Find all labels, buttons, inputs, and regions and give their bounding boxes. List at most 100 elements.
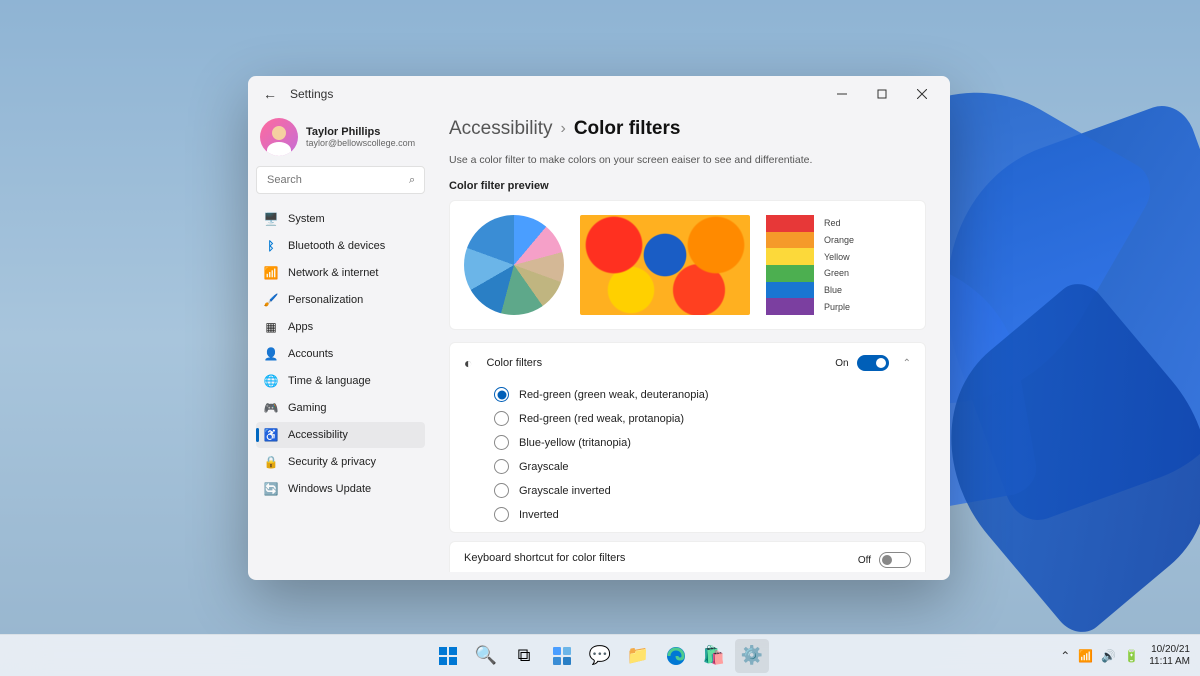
shortcut-toggle[interactable]: [879, 552, 911, 568]
nav-list: 🖥️ System ᛒ Bluetooth & devices 📶 Network &…: [256, 206, 425, 502]
sidebar-item-accessibility[interactable]: ♿ Accessibility: [256, 422, 425, 448]
apps-icon: ▦: [264, 320, 278, 334]
swatch-orange: [766, 232, 814, 249]
clock-date: 10/20/21: [1151, 644, 1190, 656]
radio-tritanopia[interactable]: Blue-yellow (tritanopia): [494, 435, 911, 450]
accessibility-icon: ♿: [264, 428, 278, 442]
nav-label: Bluetooth & devices: [288, 240, 385, 252]
nav-label: Personalization: [288, 294, 363, 306]
radio-label: Grayscale inverted: [519, 485, 611, 497]
nav-label: Apps: [288, 321, 313, 333]
radio-label: Red-green (green weak, deuteranopia): [519, 389, 709, 401]
toggle-label: On: [835, 358, 848, 369]
color-filters-header[interactable]: ◐ Color filters On ⌃: [450, 343, 925, 383]
sidebar-item-network[interactable]: 📶 Network & internet: [256, 260, 425, 286]
palette-label: Yellow: [824, 252, 854, 262]
color-filters-toggle[interactable]: [857, 355, 889, 371]
clock[interactable]: 10/20/21 11:11 AM: [1149, 644, 1190, 668]
preview-card: Red Orange Yellow Green Blue Purple: [449, 200, 926, 330]
nav-label: System: [288, 213, 325, 225]
palette-label: Orange: [824, 235, 854, 245]
toggle-label: Off: [858, 555, 871, 566]
setting-title: Color filters: [486, 357, 821, 369]
search-button[interactable]: 🔍: [469, 639, 503, 673]
globe-icon: 🌐: [264, 374, 278, 388]
person-icon: 👤: [264, 347, 278, 361]
palette-label: Red: [824, 218, 854, 228]
radio-deuteranopia[interactable]: Red-green (green weak, deuteranopia): [494, 387, 911, 402]
store-button[interactable]: 🛍️: [697, 639, 731, 673]
search-icon: ⌕: [409, 174, 415, 187]
radio-inverted[interactable]: Inverted: [494, 507, 911, 522]
search-box[interactable]: ⌕: [256, 166, 425, 194]
battery-icon[interactable]: 🔋: [1124, 649, 1139, 663]
sidebar-item-personalization[interactable]: 🖌️Personalization: [256, 287, 425, 313]
taskbar: 🔍 ⧉ 💬 📁 🛍️ ⚙️ ⌃ 📶 🔊 🔋 10/20/21 11:11 AM: [0, 634, 1200, 676]
maximize-button[interactable]: [862, 80, 902, 108]
system-tray: ⌃ 📶 🔊 🔋 10/20/21 11:11 AM: [1060, 644, 1190, 668]
wifi-icon[interactable]: 📶: [1078, 649, 1093, 663]
nav-label: Accounts: [288, 348, 333, 360]
close-button[interactable]: [902, 80, 942, 108]
radio-icon: [494, 459, 509, 474]
sidebar: Taylor Phillips taylor@bellowscollege.co…: [248, 112, 433, 580]
breadcrumb-parent[interactable]: Accessibility: [449, 118, 552, 140]
profile-email: taylor@bellowscollege.com: [306, 138, 415, 148]
sidebar-item-update[interactable]: 🔄Windows Update: [256, 476, 425, 502]
sample-image: [580, 215, 750, 315]
tray-chevron-icon[interactable]: ⌃: [1060, 649, 1070, 663]
sidebar-item-gaming[interactable]: 🎮Gaming: [256, 395, 425, 421]
chevron-up-icon: ⌃: [903, 358, 911, 369]
color-wheel: [464, 215, 564, 315]
nav-label: Network & internet: [288, 267, 378, 279]
taskbar-center: 🔍 ⧉ 💬 📁 🛍️ ⚙️: [431, 639, 769, 673]
settings-button[interactable]: ⚙️: [735, 639, 769, 673]
nav-label: Gaming: [288, 402, 327, 414]
palette-label: Purple: [824, 302, 854, 312]
minimize-button[interactable]: [822, 80, 862, 108]
swatch-yellow: [766, 248, 814, 265]
sidebar-item-apps[interactable]: ▦ Apps: [256, 314, 425, 340]
radio-icon: [494, 507, 509, 522]
widgets-button[interactable]: [545, 639, 579, 673]
edge-button[interactable]: [659, 639, 693, 673]
sidebar-item-accounts[interactable]: 👤 Accounts: [256, 341, 425, 367]
nav-label: Windows Update: [288, 483, 371, 495]
color-palette: Red Orange Yellow Green Blue Purple: [766, 215, 854, 315]
shortcut-title: Keyboard shortcut for color filters: [464, 552, 858, 564]
radio-label: Red-green (red weak, protanopia): [519, 413, 684, 425]
color-filters-card: ◐ Color filters On ⌃ Red-green (green we…: [449, 342, 926, 533]
bluetooth-icon: ᛒ: [264, 239, 278, 253]
sidebar-item-security[interactable]: 🔒Security & privacy: [256, 449, 425, 475]
wifi-icon: 📶: [264, 266, 278, 280]
profile-block[interactable]: Taylor Phillips taylor@bellowscollege.co…: [256, 112, 425, 166]
nav-label: Accessibility: [288, 429, 348, 441]
task-view-button[interactable]: ⧉: [507, 639, 541, 673]
volume-icon[interactable]: 🔊: [1101, 649, 1116, 663]
explorer-button[interactable]: 📁: [621, 639, 655, 673]
filter-options: Red-green (green weak, deuteranopia) Red…: [450, 383, 925, 532]
radio-label: Inverted: [519, 509, 559, 521]
radio-label: Blue-yellow (tritanopia): [519, 437, 631, 449]
page-description: Use a color filter to make colors on you…: [449, 154, 926, 166]
nav-label: Time & language: [288, 375, 371, 387]
radio-grayscale-inverted[interactable]: Grayscale inverted: [494, 483, 911, 498]
filter-icon: ◐: [464, 355, 472, 371]
sidebar-item-bluetooth[interactable]: ᛒ Bluetooth & devices: [256, 233, 425, 259]
palette-label: Green: [824, 268, 854, 278]
search-input[interactable]: [267, 174, 409, 186]
radio-icon: [494, 411, 509, 426]
chat-button[interactable]: 💬: [583, 639, 617, 673]
preview-label: Color filter preview: [449, 180, 926, 192]
sidebar-item-system[interactable]: 🖥️ System: [256, 206, 425, 232]
radio-grayscale[interactable]: Grayscale: [494, 459, 911, 474]
display-icon: 🖥️: [264, 212, 278, 226]
shortcut-card[interactable]: Keyboard shortcut for color filters Off: [449, 541, 926, 572]
radio-protanopia[interactable]: Red-green (red weak, protanopia): [494, 411, 911, 426]
titlebar: ← Settings: [248, 76, 950, 112]
radio-icon: [494, 483, 509, 498]
sidebar-item-time[interactable]: 🌐 Time & language: [256, 368, 425, 394]
chevron-right-icon: ›: [560, 120, 565, 138]
back-button[interactable]: ←: [256, 80, 284, 108]
start-button[interactable]: [431, 639, 465, 673]
